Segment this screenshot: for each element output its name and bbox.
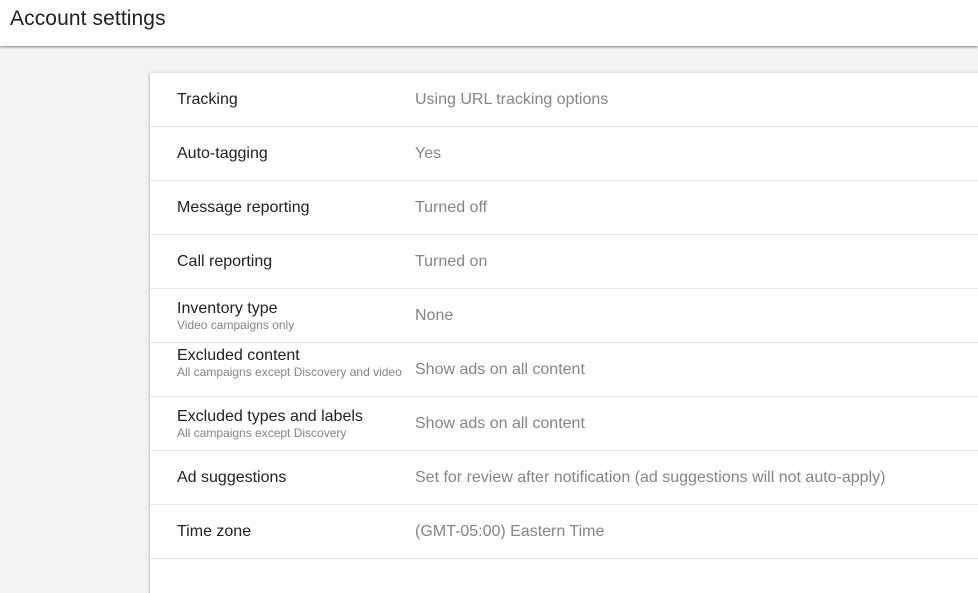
- setting-row-excluded-types-and-labels[interactable]: Excluded types and labels All campaigns …: [150, 397, 978, 451]
- setting-value: Show ads on all content: [415, 360, 585, 378]
- setting-subtitle: Video campaigns only: [177, 317, 295, 332]
- setting-row-ad-suggestions[interactable]: Ad suggestions Set for review after noti…: [150, 451, 978, 505]
- setting-name: Call reporting: [177, 253, 273, 270]
- setting-value: (GMT-05:00) Eastern Time: [415, 522, 605, 540]
- setting-label: Time zone: [177, 505, 402, 558]
- setting-row-tracking[interactable]: Tracking Using URL tracking options: [150, 73, 978, 127]
- setting-label: Call reporting: [177, 235, 402, 288]
- setting-label: Auto-tagging: [177, 127, 402, 180]
- setting-name: Excluded types and labels: [177, 407, 363, 425]
- setting-row-excluded-content[interactable]: Excluded content All campaigns except Di…: [150, 343, 978, 397]
- setting-value: Set for review after notification (ad su…: [415, 468, 886, 486]
- setting-label: Inventory type Video campaigns only: [177, 289, 402, 342]
- setting-value: Turned off: [415, 198, 488, 216]
- setting-row-auto-tagging[interactable]: Auto-tagging Yes: [150, 127, 978, 181]
- setting-subtitle: All campaigns except Discovery: [177, 425, 347, 440]
- setting-row-call-reporting[interactable]: Call reporting Turned on: [150, 235, 978, 289]
- setting-value: Turned on: [415, 252, 488, 270]
- setting-name: Inventory type: [177, 299, 278, 317]
- page-title: Account settings: [10, 7, 166, 30]
- setting-subtitle: All campaigns except Discovery and video: [177, 365, 402, 379]
- setting-name: Excluded content: [177, 347, 300, 364]
- top-bar: Account settings: [0, 0, 978, 46]
- setting-label: Excluded types and labels All campaigns …: [177, 397, 402, 450]
- setting-label: Tracking: [177, 73, 402, 126]
- setting-name: Ad suggestions: [177, 469, 287, 486]
- setting-value: Yes: [415, 144, 442, 162]
- setting-value: None: [415, 306, 454, 324]
- setting-label: Ad suggestions: [177, 451, 402, 504]
- setting-label: Excluded content All campaigns except Di…: [177, 343, 402, 396]
- setting-name: Tracking: [177, 91, 238, 108]
- setting-row-time-zone[interactable]: Time zone (GMT-05:00) Eastern Time: [150, 505, 978, 559]
- setting-value: Using URL tracking options: [415, 90, 609, 108]
- setting-row-inventory-type[interactable]: Inventory type Video campaigns only None: [150, 289, 978, 343]
- setting-label: Message reporting: [177, 181, 402, 234]
- setting-value: Show ads on all content: [415, 414, 585, 432]
- setting-name: Auto-tagging: [177, 145, 268, 162]
- setting-name: Message reporting: [177, 199, 310, 216]
- settings-card: Tracking Using URL tracking options Auto…: [150, 73, 978, 593]
- setting-name: Time zone: [177, 523, 252, 540]
- setting-row-message-reporting[interactable]: Message reporting Turned off: [150, 181, 978, 235]
